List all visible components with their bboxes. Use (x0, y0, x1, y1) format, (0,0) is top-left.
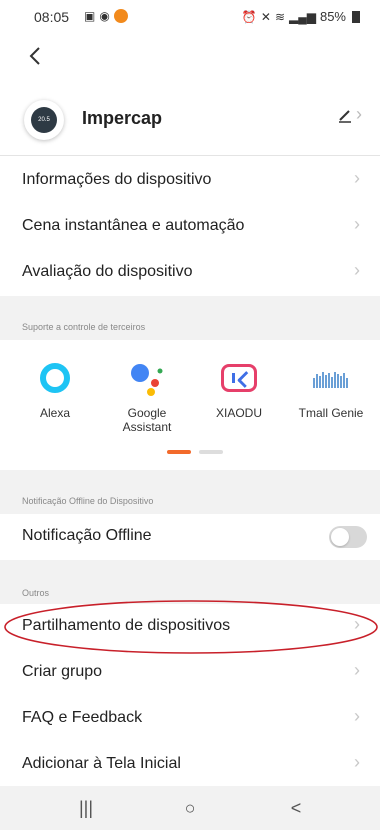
thermostat-icon: 20.5 (31, 107, 57, 133)
offline-notification-label: Notificação Offline (22, 527, 152, 544)
orange-app-icon (113, 9, 128, 23)
menu-item-faq-feedback[interactable]: FAQ e Feedback › (0, 696, 380, 742)
divider (0, 155, 380, 156)
device-header[interactable]: 20.5 Impercap › (0, 94, 380, 146)
menu-item-label: Criar grupo (22, 663, 103, 680)
menu-item-label: FAQ e Feedback (22, 709, 143, 726)
recent-apps-button[interactable]: ||| (66, 794, 106, 822)
menu-item-label: Adicionar à Tela Inicial (22, 755, 181, 772)
device-avatar: 20.5 (24, 100, 64, 140)
third-party-item-xiaodu[interactable]: XIAODU (194, 358, 284, 420)
battery-percent: 85% (319, 9, 346, 24)
page-dot (199, 450, 223, 454)
third-party-item-alexa[interactable]: Alexa (10, 358, 100, 420)
gallery-icon: ▣ (84, 9, 96, 23)
alarm-icon: ⏰ (241, 9, 257, 24)
status-right-icons: ⏰ ✕ ≋ ▂▄▆ 85% (242, 9, 360, 24)
device-name: Impercap (82, 108, 163, 128)
menu-item-add-home-screen[interactable]: Adicionar à Tela Inicial › (0, 742, 380, 788)
menu-item-label: Avaliação do dispositivo (22, 263, 193, 280)
chevron-right-icon: › (354, 752, 360, 772)
carousel-page-indicator (167, 450, 223, 454)
chevron-right-icon: › (354, 660, 360, 680)
third-party-carousel: Alexa Google Assistant XIAODU Tmall Geni… (0, 340, 380, 470)
section-label-offline: Notificação Offline do Dispositivo (22, 496, 154, 506)
status-notification-icons: ▣ ◉ (84, 9, 128, 23)
home-button[interactable]: ○ (170, 794, 210, 822)
mute-icon: ✕ (260, 9, 271, 24)
menu-item-device-info[interactable]: Informações do dispositivo › (0, 158, 380, 204)
chevron-right-icon: › (354, 214, 360, 234)
menu-item-label: Informações do dispositivo (22, 171, 212, 188)
menu-item-device-sharing[interactable]: Partilhamento de dispositivos › (0, 604, 380, 650)
third-party-item-google-assistant[interactable]: Google Assistant (102, 358, 192, 434)
signal-icon: ▂▄▆ (289, 9, 316, 24)
page-dot-active (167, 450, 191, 454)
menu-item-label: Partilhamento de dispositivos (22, 617, 231, 634)
menu-item-create-group[interactable]: Criar grupo › (0, 650, 380, 696)
third-party-item-tmall-genie[interactable]: Tmall Genie (286, 358, 376, 420)
chevron-left-icon (29, 47, 40, 65)
app-notification-icon: ◉ (99, 9, 110, 23)
toggle-knob (331, 528, 349, 546)
chevron-right-icon: › (354, 260, 360, 280)
back-button[interactable] (24, 44, 48, 68)
menu-item-label: Cena instantânea e automação (22, 217, 245, 234)
third-party-label: Google Assistant (122, 406, 172, 434)
third-party-label: Tmall Genie (298, 406, 364, 420)
section-label-others: Outros (22, 588, 50, 598)
offline-notification-toggle[interactable] (329, 526, 367, 548)
status-time: 08:05 (34, 9, 70, 25)
google-assistant-icon (127, 358, 167, 398)
alexa-icon (35, 358, 75, 398)
wifi-icon: ≋ (274, 9, 285, 24)
tmall-genie-icon (311, 358, 351, 398)
system-nav-bar: ||| ○ < (0, 786, 380, 830)
third-party-label: Alexa (39, 406, 71, 420)
chevron-right-icon: › (354, 614, 360, 634)
back-nav-button[interactable]: < (276, 794, 316, 822)
offline-notification-row: Notificação Offline (0, 514, 380, 560)
chevron-right-icon: › (354, 706, 360, 726)
menu-item-scene-automation[interactable]: Cena instantânea e automação › (0, 204, 380, 250)
battery-icon (352, 10, 360, 23)
menu-item-device-rating[interactable]: Avaliação do dispositivo › (0, 250, 380, 296)
section-label-third-party: Suporte a controle de terceiros (22, 322, 146, 332)
chevron-right-icon: › (354, 168, 360, 188)
chevron-right-icon: › (356, 104, 362, 124)
xiaodu-icon (219, 358, 259, 398)
edit-icon[interactable] (337, 108, 353, 124)
status-bar: 08:05 ▣ ◉ ⏰ ✕ ≋ ▂▄▆ 85% (0, 0, 380, 36)
third-party-label: XIAODU (215, 406, 262, 420)
